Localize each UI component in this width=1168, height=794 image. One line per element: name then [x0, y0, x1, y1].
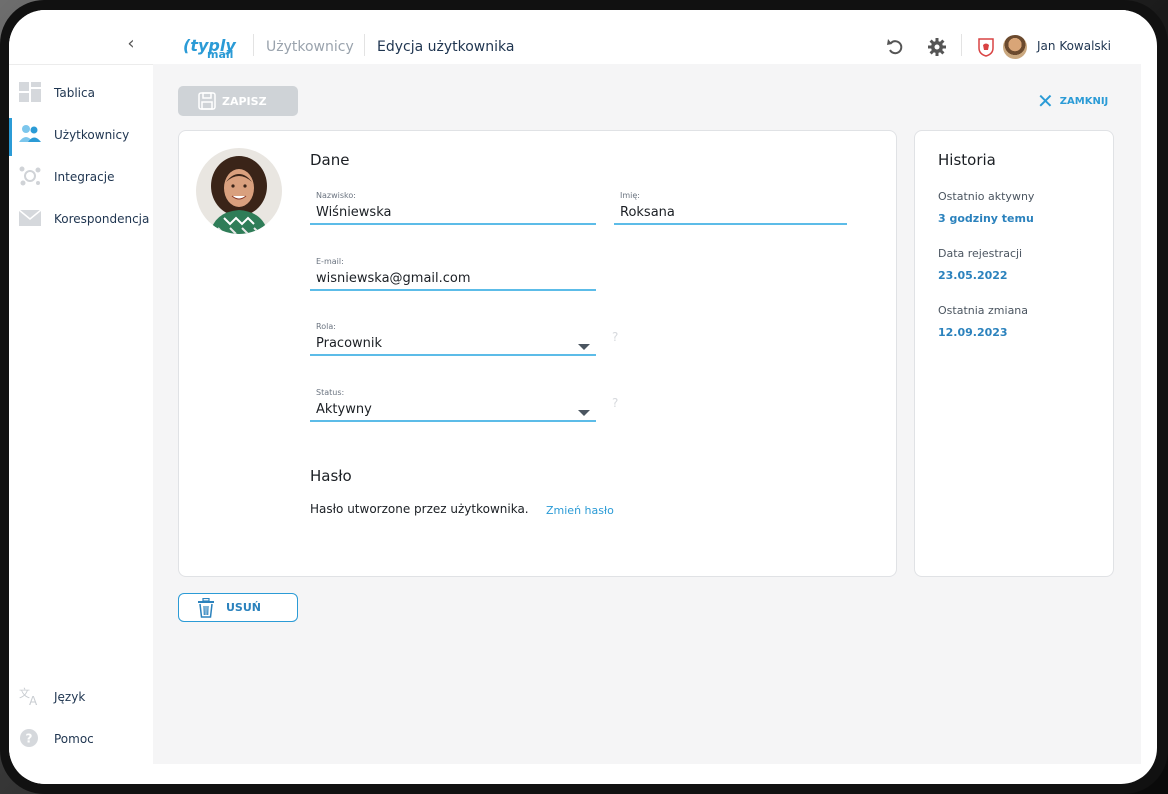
sidebar-item-pomoc[interactable]: ? Pomoc [9, 718, 153, 760]
sidebar-divider [9, 64, 153, 65]
undo-icon[interactable] [885, 37, 905, 57]
sidebar-item-label: Integracje [54, 170, 115, 184]
breadcrumb-users[interactable]: Użytkownicy [266, 39, 354, 55]
sidebar: ‹ Tablica Użytkownicy Integracje Korespo… [9, 10, 153, 784]
change-password-link[interactable]: Zmień hasło [546, 504, 614, 517]
sidebar-item-label: Język [54, 690, 86, 704]
sidebar-item-label: Użytkownicy [54, 128, 130, 142]
sidebar-item-tablica[interactable]: Tablica [9, 72, 153, 114]
status-help-icon[interactable]: ? [612, 396, 618, 410]
top-bar: (typly mail Użytkownicy Edycja użytkowni… [153, 10, 1141, 64]
save-button-label: ZAPISZ [222, 94, 267, 108]
password-info: Hasło utworzone przez użytkownika. [310, 502, 529, 516]
dashboard-icon [19, 82, 41, 102]
user-name[interactable]: Jan Kowalski [1037, 39, 1111, 53]
field-label: E-mail: [316, 257, 344, 266]
field-value: Roksana [620, 205, 675, 220]
user-photo[interactable] [196, 148, 282, 234]
typly-logo[interactable]: (typly mail [181, 36, 237, 62]
user-photo-image [196, 148, 282, 234]
dropdown-arrow-icon [578, 344, 590, 350]
sidebar-item-label: Pomoc [54, 732, 94, 746]
history-label-last-change: Ostatnia zmiana [938, 304, 1029, 317]
translate-icon: 文 A [19, 686, 38, 706]
svg-text:?: ? [26, 732, 33, 746]
chevron-left-icon[interactable]: ‹ [121, 34, 141, 54]
sidebar-item-label: Korespondencja [54, 212, 150, 226]
avatar[interactable] [1003, 35, 1027, 59]
users-icon [19, 125, 41, 142]
history-label-last-active: Ostatnio aktywny [938, 190, 1035, 203]
toolbar-divider [961, 34, 962, 56]
breadcrumb-divider [253, 34, 254, 56]
trash-icon [198, 598, 214, 618]
history-card: Historia Ostatnio aktywny 3 godziny temu… [914, 130, 1114, 577]
main-content: (typly mail Użytkownicy Edycja użytkowni… [153, 10, 1141, 764]
field-value: Pracownik [316, 336, 383, 351]
sidebar-item-integracje[interactable]: Integracje [9, 156, 153, 198]
section-title-dane: Dane [310, 151, 350, 169]
history-label-registration: Data rejestracji [938, 247, 1023, 260]
close-button[interactable]: ✕ ZAMKNIJ [1037, 89, 1109, 113]
history-title: Historia [938, 151, 996, 169]
close-button-label: ZAMKNIJ [1059, 95, 1109, 107]
sidebar-item-uzytkownicy[interactable]: Użytkownicy [9, 114, 153, 156]
sidebar-item-jezyk[interactable]: 文 A Język [9, 676, 153, 718]
field-label: Status: [316, 388, 345, 397]
email-field[interactable]: E-mail: wisniewska@gmail.com [310, 257, 596, 291]
history-value-last-change: 12.09.2023 [938, 326, 1008, 339]
field-value: Aktywny [316, 402, 372, 417]
field-value: wisniewska@gmail.com [316, 271, 471, 286]
history-value-registration: 23.05.2022 [938, 269, 1008, 282]
save-button[interactable]: ZAPISZ [178, 86, 298, 116]
app-window: ‹ Tablica Użytkownicy Integracje Korespo… [9, 10, 1157, 784]
page-title: Edycja użytkownika [377, 39, 515, 55]
gear-icon[interactable] [927, 37, 947, 57]
section-title-haslo: Hasło [310, 467, 352, 485]
close-icon: ✕ [1037, 89, 1054, 113]
delete-button-label: USUŃ [226, 601, 261, 614]
sidebar-item-label: Tablica [54, 86, 95, 100]
mail-icon [19, 209, 41, 226]
field-label: Imię: [620, 191, 640, 200]
role-help-icon[interactable]: ? [612, 330, 618, 344]
field-value: Wiśniewska [316, 205, 392, 220]
role-select[interactable]: Rola: Pracownik [310, 322, 596, 356]
user-data-card: Dane Nazwisko: Wiśniewska Imię: Roksana … [178, 130, 897, 577]
dropdown-arrow-icon [578, 410, 590, 416]
help-icon: ? [20, 729, 38, 747]
name-field[interactable]: Imię: Roksana [614, 191, 847, 225]
surname-field[interactable]: Nazwisko: Wiśniewska [310, 191, 596, 225]
org-emblem-icon[interactable] [976, 37, 996, 57]
integrations-icon [19, 166, 41, 186]
breadcrumb-divider [364, 34, 365, 56]
delete-button[interactable]: USUŃ [178, 593, 298, 622]
sidebar-item-korespondencja[interactable]: Korespondencja [9, 198, 153, 240]
device-frame: ‹ Tablica Użytkownicy Integracje Korespo… [0, 0, 1168, 794]
svg-text:A: A [29, 694, 38, 706]
history-value-last-active: 3 godziny temu [938, 212, 1034, 225]
status-select[interactable]: Status: Aktywny [310, 388, 596, 422]
field-label: Rola: [316, 322, 336, 331]
floppy-disk-icon [198, 92, 216, 110]
field-label: Nazwisko: [316, 191, 356, 200]
